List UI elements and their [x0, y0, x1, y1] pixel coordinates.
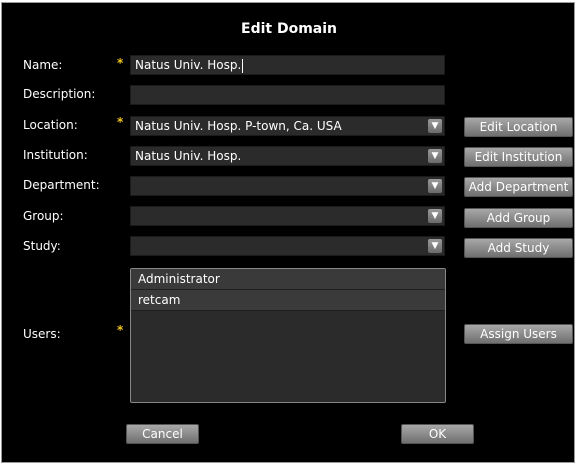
name-value: Natus Univ. Hosp.: [135, 58, 242, 72]
name-input[interactable]: Natus Univ. Hosp.: [130, 55, 445, 75]
assign-users-button[interactable]: Assign Users: [464, 324, 573, 344]
edit-institution-button[interactable]: Edit Institution: [464, 147, 573, 167]
add-department-button[interactable]: Add Department: [464, 177, 573, 197]
location-dropdown[interactable]: Natus Univ. Hosp. P-town, Ca. USA ▼: [130, 116, 445, 136]
users-list[interactable]: Administrator retcam: [130, 268, 446, 403]
add-study-button[interactable]: Add Study: [464, 238, 573, 258]
chevron-down-icon[interactable]: ▼: [428, 119, 442, 133]
department-label: Department:: [23, 178, 100, 192]
ok-button[interactable]: OK: [401, 424, 474, 444]
chevron-down-icon[interactable]: ▼: [428, 239, 442, 253]
name-required-marker: *: [117, 56, 124, 70]
group-dropdown[interactable]: ▼: [130, 206, 445, 226]
add-group-button[interactable]: Add Group: [464, 208, 573, 228]
chevron-down-icon[interactable]: ▼: [428, 149, 442, 163]
group-label: Group:: [23, 209, 64, 223]
location-value: Natus Univ. Hosp. P-town, Ca. USA: [135, 119, 342, 133]
cancel-button[interactable]: Cancel: [126, 424, 199, 444]
list-item[interactable]: retcam: [131, 290, 445, 311]
institution-label: Institution:: [23, 148, 88, 162]
study-label: Study:: [23, 239, 61, 253]
list-item[interactable]: Administrator: [131, 269, 445, 290]
text-cursor: [242, 58, 244, 73]
department-dropdown[interactable]: ▼: [130, 176, 445, 196]
location-label: Location:: [23, 118, 78, 132]
dialog-title: Edit Domain: [241, 21, 337, 37]
description-label: Description:: [23, 87, 96, 101]
location-required-marker: *: [117, 115, 124, 129]
name-label: Name:: [23, 58, 63, 72]
description-input[interactable]: [130, 85, 445, 105]
edit-location-button[interactable]: Edit Location: [464, 117, 573, 137]
chevron-down-icon[interactable]: ▼: [428, 179, 442, 193]
edit-domain-dialog: Edit Domain Name: * Natus Univ. Hosp. De…: [1, 2, 575, 463]
study-dropdown[interactable]: ▼: [130, 236, 445, 256]
chevron-down-icon[interactable]: ▼: [428, 209, 442, 223]
institution-dropdown[interactable]: Natus Univ. Hosp. ▼: [130, 146, 445, 166]
users-required-marker: *: [117, 323, 124, 337]
institution-value: Natus Univ. Hosp.: [135, 149, 242, 163]
users-label: Users:: [23, 327, 61, 341]
